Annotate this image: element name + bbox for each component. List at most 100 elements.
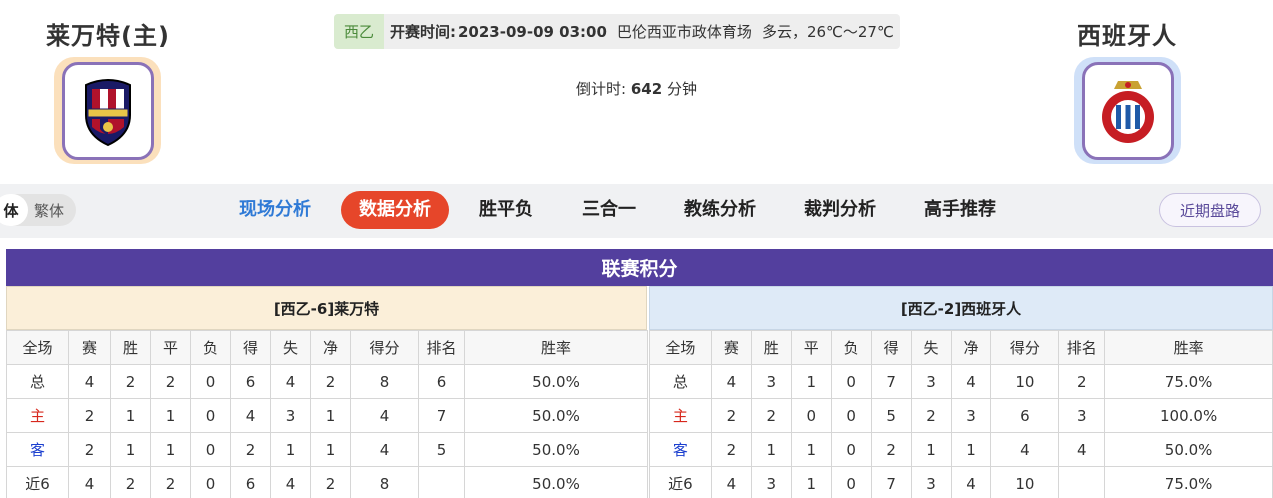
table-cell: 50.0% bbox=[464, 364, 648, 399]
row-label: 主 bbox=[649, 398, 712, 433]
table-cell: 4 bbox=[350, 398, 419, 433]
table-cell: 1 bbox=[270, 432, 311, 467]
table-cell: 4 bbox=[68, 466, 111, 498]
home-team-logo[interactable] bbox=[54, 57, 161, 164]
table-cell: 1 bbox=[150, 398, 191, 433]
table-cell: 1 bbox=[790, 364, 832, 399]
table-cell: 4 bbox=[990, 432, 1060, 467]
column-header: 平 bbox=[790, 330, 832, 365]
home-team-name[interactable]: 莱万特(主) bbox=[46, 16, 170, 51]
table-cell: 7 bbox=[418, 398, 465, 433]
table-row: 近6 4 2 2 0 6 4 2 8 50.0% bbox=[6, 466, 648, 498]
column-header: 净 bbox=[310, 330, 351, 365]
table-cell: 75.0% bbox=[1104, 466, 1273, 498]
table-row: 客 2 1 1 0 2 1 1 4 4 50.0% bbox=[649, 432, 1273, 467]
row-label: 总 bbox=[6, 364, 69, 399]
table-cell: 5 bbox=[418, 432, 465, 467]
column-header: 赛 bbox=[68, 330, 111, 365]
recent-odds-button[interactable]: 近期盘路 bbox=[1159, 193, 1261, 227]
table-row: 总 4 2 2 0 6 4 2 8 6 50.0% bbox=[6, 364, 648, 399]
column-header: 赛 bbox=[710, 330, 752, 365]
table-cell: 2 bbox=[750, 398, 792, 433]
tab-three-in-one[interactable]: 三合一 bbox=[573, 191, 645, 229]
column-header: 平 bbox=[150, 330, 191, 365]
table-cell: 10 bbox=[990, 466, 1060, 498]
tab-data-analysis[interactable]: 数据分析 bbox=[341, 191, 449, 229]
table-cell: 4 bbox=[230, 398, 271, 433]
table-cell: 1 bbox=[790, 432, 832, 467]
table-cell: 2 bbox=[230, 432, 271, 467]
table-cell: 0 bbox=[830, 466, 872, 498]
table-cell: 1 bbox=[110, 398, 151, 433]
table-cell: 50.0% bbox=[464, 398, 648, 433]
table-cell: 2 bbox=[1058, 364, 1106, 399]
language-toggle[interactable]: 体 繁体 bbox=[0, 194, 76, 226]
table-cell: 0 bbox=[830, 398, 872, 433]
table-cell: 0 bbox=[830, 432, 872, 467]
table-cell: 0 bbox=[830, 364, 872, 399]
league-tag[interactable]: 西乙 bbox=[334, 14, 384, 49]
table-row: 客 2 1 1 0 2 1 1 4 5 50.0% bbox=[6, 432, 648, 467]
table-row: 近6 4 3 1 0 7 3 4 10 75.0% bbox=[649, 466, 1273, 498]
table-cell: 2 bbox=[310, 364, 351, 399]
venue: 巴伦西亚市政体育场 bbox=[616, 23, 752, 41]
column-header: 失 bbox=[270, 330, 311, 365]
away-team-name[interactable]: 西班牙人 bbox=[1077, 16, 1177, 51]
match-info-bar: 西乙 开赛时间: 2023-09-09 03:00 巴伦西亚市政体育场 多云，2… bbox=[334, 14, 900, 49]
table-cell: 4 bbox=[270, 466, 311, 498]
table-cell: 0 bbox=[190, 432, 231, 467]
table-cell: 3 bbox=[750, 466, 792, 498]
kickoff-label: 开赛时间: bbox=[390, 23, 456, 41]
table-cell: 4 bbox=[710, 466, 752, 498]
tab-coach-analysis[interactable]: 教练分析 bbox=[675, 191, 765, 229]
table-cell bbox=[1058, 466, 1106, 498]
table-row: 主 2 2 0 0 5 2 3 6 3 100.0% bbox=[649, 398, 1273, 433]
table-cell: 6 bbox=[230, 364, 271, 399]
table-cell: 6 bbox=[990, 398, 1060, 433]
table-cell: 3 bbox=[270, 398, 311, 433]
home-standings-table: 全场赛胜平负得失净得分 排名 胜率总 4 2 2 0 6 4 2 8 6 50.0% 主 2 1 1 0 4 3 1 4 7… bbox=[6, 330, 648, 498]
table-cell: 6 bbox=[230, 466, 271, 498]
table-cell: 4 bbox=[710, 364, 752, 399]
tab-expert-picks[interactable]: 高手推荐 bbox=[915, 191, 1005, 229]
table-cell: 1 bbox=[110, 432, 151, 467]
table-cell: 6 bbox=[418, 364, 465, 399]
table-cell: 2 bbox=[910, 398, 952, 433]
table-cell: 1 bbox=[310, 432, 351, 467]
table-cell: 3 bbox=[1058, 398, 1106, 433]
tab-live-analysis[interactable]: 现场分析 bbox=[230, 191, 320, 229]
table-cell: 2 bbox=[310, 466, 351, 498]
row-label: 主 bbox=[6, 398, 69, 433]
table-cell: 2 bbox=[110, 364, 151, 399]
column-header: 得 bbox=[230, 330, 271, 365]
countdown-value: 642 bbox=[630, 80, 663, 98]
table-cell: 1 bbox=[950, 432, 992, 467]
kickoff-time: 2023-09-09 03:00 bbox=[458, 22, 607, 41]
row-label: 近6 bbox=[649, 466, 712, 498]
match-analysis-page: 莱万特(主) 西班牙人 西乙 开赛时间: 2023-09-09 03:00 巴伦… bbox=[0, 0, 1273, 498]
table-cell: 0 bbox=[190, 364, 231, 399]
standings-header-row: 全场赛胜平负得失净得分 排名 胜率 bbox=[649, 330, 1273, 365]
table-cell bbox=[418, 466, 465, 498]
lang-traditional-button[interactable]: 繁体 bbox=[34, 200, 64, 221]
table-cell: 3 bbox=[950, 398, 992, 433]
countdown-label: 倒计时: bbox=[576, 80, 627, 98]
lang-simplified-button[interactable]: 体 bbox=[0, 194, 28, 226]
column-header: 排名 bbox=[418, 330, 465, 365]
table-cell: 4 bbox=[950, 364, 992, 399]
table-cell: 7 bbox=[870, 364, 912, 399]
tab-referee-analysis[interactable]: 裁判分析 bbox=[795, 191, 885, 229]
weather: 多云，26℃～27℃ bbox=[761, 23, 894, 41]
table-cell: 2 bbox=[710, 432, 752, 467]
table-cell: 3 bbox=[910, 364, 952, 399]
table-cell: 3 bbox=[910, 466, 952, 498]
table-cell: 2 bbox=[150, 466, 191, 498]
table-cell: 2 bbox=[870, 432, 912, 467]
table-cell: 2 bbox=[110, 466, 151, 498]
table-cell: 50.0% bbox=[464, 466, 648, 498]
tab-win-draw-loss[interactable]: 胜平负 bbox=[470, 191, 542, 229]
away-team-logo[interactable] bbox=[1074, 57, 1181, 164]
table-cell: 1 bbox=[750, 432, 792, 467]
away-standings-header: [西乙-2]西班牙人 bbox=[649, 286, 1273, 330]
table-cell: 4 bbox=[270, 364, 311, 399]
